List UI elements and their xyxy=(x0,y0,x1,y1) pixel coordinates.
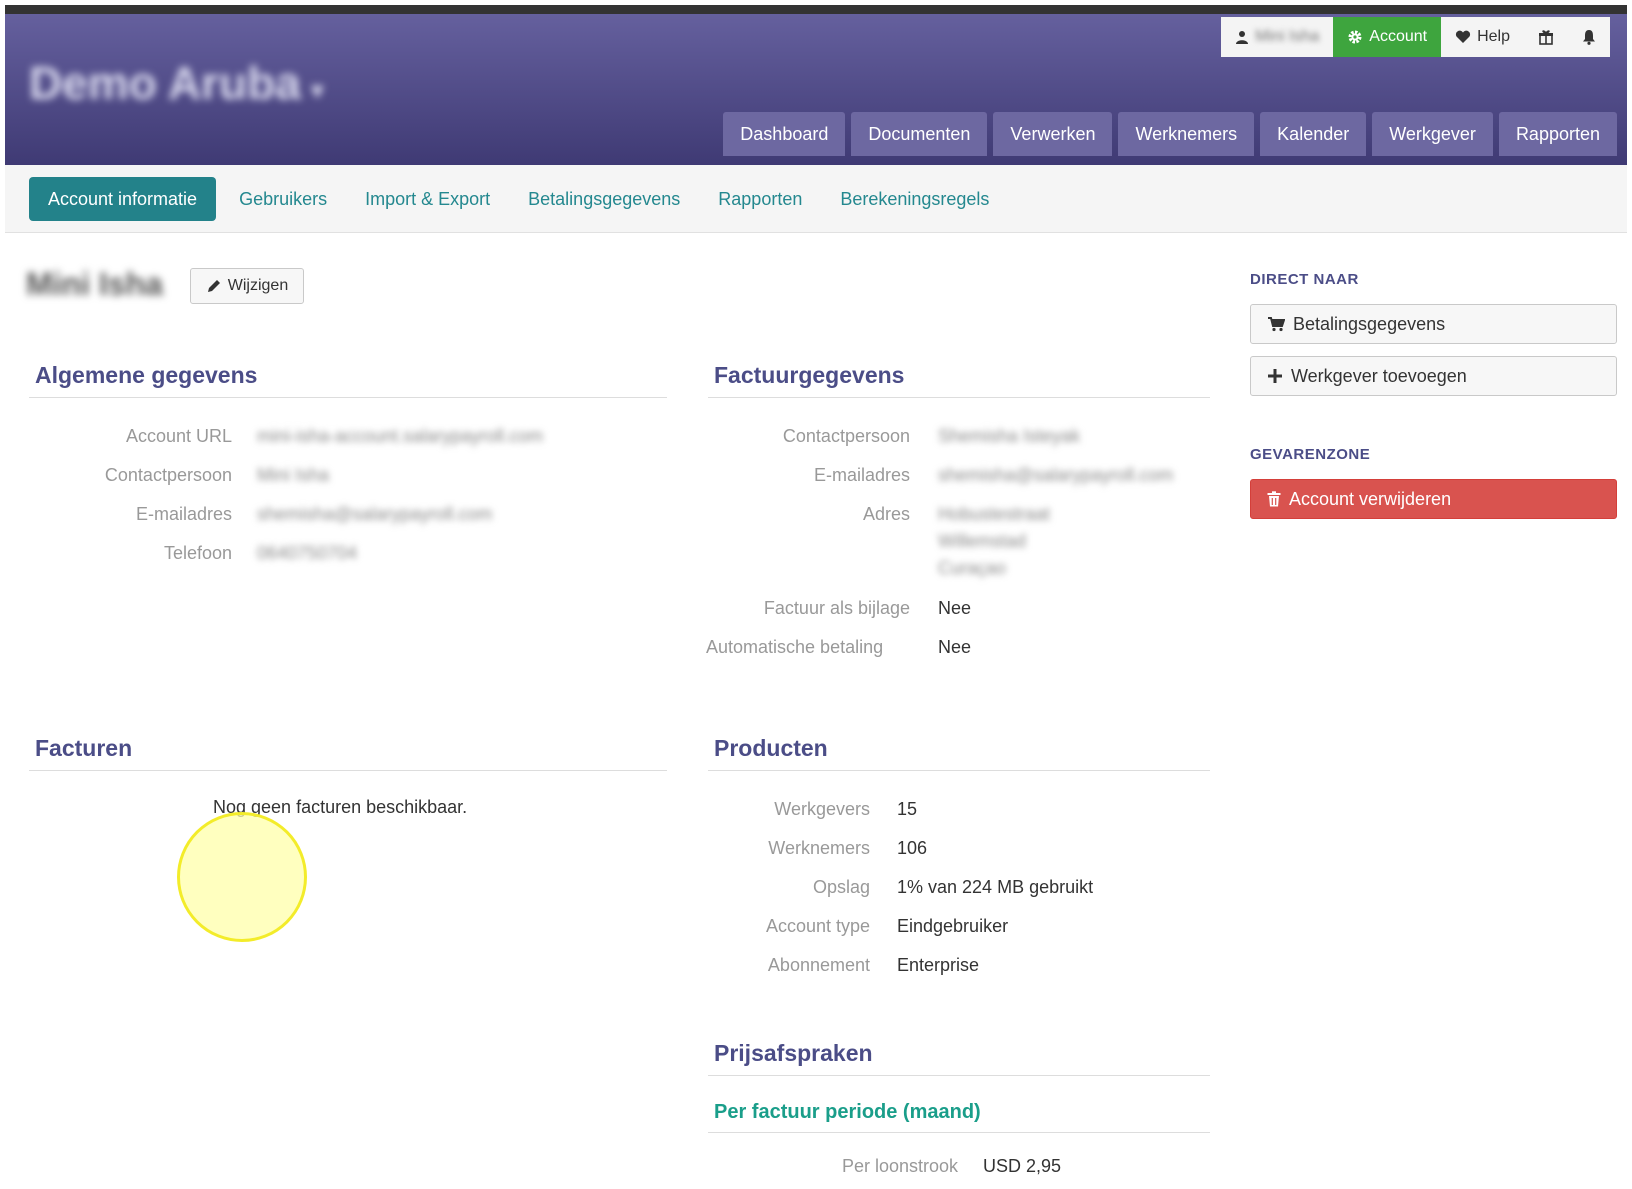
field-label: Opslag xyxy=(812,877,870,897)
field-label: Adres xyxy=(862,504,910,524)
tab-account-informatie[interactable]: Account informatie xyxy=(29,176,217,221)
brand-caret-icon: ▾ xyxy=(310,75,324,105)
user-bar: Mini Isha Account Help xyxy=(1221,17,1610,57)
field-value: 106 xyxy=(897,838,928,858)
tab-gebruikers[interactable]: Gebruikers xyxy=(220,177,346,221)
nav-dashboard[interactable]: Dashboard xyxy=(723,112,846,156)
bell-icon xyxy=(1583,30,1595,45)
field-label: Account type xyxy=(765,916,870,936)
section-prijs-title: Prijsafspraken xyxy=(708,1040,1210,1076)
heart-icon xyxy=(1456,30,1471,43)
field-value: Nee xyxy=(938,598,972,618)
help-button[interactable]: Help xyxy=(1441,17,1524,57)
field-label: E-mailadres xyxy=(813,465,910,485)
field-label: Contactpersoon xyxy=(782,426,910,446)
app-header: Demo Aruba ▾ Mini Isha Account Help Dashb… xyxy=(5,14,1627,165)
field-label: Account URL xyxy=(125,426,232,446)
edit-label: Wijzigen xyxy=(227,277,289,294)
field-label: Abonnement xyxy=(767,955,870,975)
field-value: shemisha@salarypayroll.com xyxy=(257,504,493,524)
section-producten-title: Producten xyxy=(708,735,1210,771)
section-factuur-title: Factuurgegevens xyxy=(708,362,1210,398)
gear-icon xyxy=(1348,30,1362,44)
trash-icon xyxy=(1267,491,1281,507)
field-label: Automatische betaling xyxy=(706,637,884,657)
brand-name: Demo Aruba xyxy=(29,57,301,109)
field-value: 0640750704 xyxy=(257,543,358,563)
delete-account-label: Account verwijderen xyxy=(1289,488,1452,509)
payment-details-button[interactable]: Betalingsgegevens xyxy=(1250,304,1617,344)
field-label: Contactpersoon xyxy=(104,465,232,485)
help-label: Help xyxy=(1477,28,1510,45)
field-value: Mini Isha xyxy=(257,465,330,485)
profile-name: Mini Isha xyxy=(26,266,163,302)
tab-import-export[interactable]: Import & Export xyxy=(346,177,509,221)
field-label: Factuur als bijlage xyxy=(763,598,910,618)
notifications-button[interactable] xyxy=(1568,17,1610,57)
address-line: Curaçao xyxy=(938,558,1007,578)
field-value: 15 xyxy=(897,799,918,819)
account-button[interactable]: Account xyxy=(1333,17,1442,57)
field-label: Werknemers xyxy=(768,838,870,858)
nav-verwerken[interactable]: Verwerken xyxy=(993,112,1113,156)
main-nav: Dashboard Documenten Verwerken Werknemer… xyxy=(723,112,1617,156)
nav-documenten[interactable]: Documenten xyxy=(851,112,988,156)
field-label: E-mailadres xyxy=(135,504,232,524)
nav-kalender[interactable]: Kalender xyxy=(1260,112,1367,156)
delete-account-button[interactable]: Account verwijderen xyxy=(1250,479,1617,519)
tab-rapporten[interactable]: Rapporten xyxy=(699,177,821,221)
brand-switcher[interactable]: Demo Aruba ▾ xyxy=(29,56,324,110)
add-employer-button[interactable]: Werkgever toevoegen xyxy=(1250,356,1617,396)
user-menu-button[interactable]: Mini Isha xyxy=(1221,17,1333,57)
nav-werknemers[interactable]: Werknemers xyxy=(1118,112,1255,156)
user-name: Mini Isha xyxy=(1255,28,1320,45)
account-subnav: Account informatie Gebruikers Import & E… xyxy=(5,165,1627,233)
edit-button[interactable]: Wijzigen xyxy=(190,268,304,304)
field-value: 1% van 224 MB gebruikt xyxy=(897,877,1094,897)
section-algemene-title: Algemene gegevens xyxy=(29,362,667,398)
direct-naar-heading: DIRECT NAAR xyxy=(1250,271,1359,288)
plus-icon xyxy=(1268,369,1282,383)
cursor-highlight xyxy=(177,812,307,942)
nav-werkgever[interactable]: Werkgever xyxy=(1372,112,1493,156)
field-label: Werkgevers xyxy=(774,799,870,819)
field-value: Nee xyxy=(938,637,972,657)
tab-berekeningsregels[interactable]: Berekeningsregels xyxy=(821,177,1008,221)
field-value: shemisha@salarypayroll.com xyxy=(938,465,1174,485)
address-line: Willemstad xyxy=(938,531,1027,551)
field-value: mini-isha-account.salarypayroll.com xyxy=(257,426,544,446)
add-employer-label: Werkgever toevoegen xyxy=(1291,365,1467,386)
gift-button[interactable] xyxy=(1524,17,1568,57)
user-icon xyxy=(1236,31,1249,44)
tab-betalingsgegevens[interactable]: Betalingsgegevens xyxy=(509,177,699,221)
section-facturen-title: Facturen xyxy=(29,735,667,771)
field-value: Eindgebruiker xyxy=(897,916,1009,936)
gift-icon xyxy=(1539,30,1553,45)
cart-icon xyxy=(1268,317,1285,332)
account-label: Account xyxy=(1369,28,1428,45)
address-line: Hobustestraat xyxy=(938,504,1051,524)
field-value: Enterprise xyxy=(897,955,980,975)
field-label: Telefoon xyxy=(163,543,232,563)
pencil-icon xyxy=(207,280,220,292)
gevarenzone-heading: GEVARENZONE xyxy=(1250,446,1371,463)
field-value: USD 2,95 xyxy=(983,1156,1062,1176)
field-label: Per loonstrook xyxy=(841,1156,958,1176)
field-value: Shemisha Isteyak xyxy=(938,426,1081,446)
nav-rapporten[interactable]: Rapporten xyxy=(1498,112,1617,156)
payment-details-label: Betalingsgegevens xyxy=(1293,313,1446,334)
prijs-period-subtitle: Per factuur periode (maand) xyxy=(708,1101,1210,1133)
